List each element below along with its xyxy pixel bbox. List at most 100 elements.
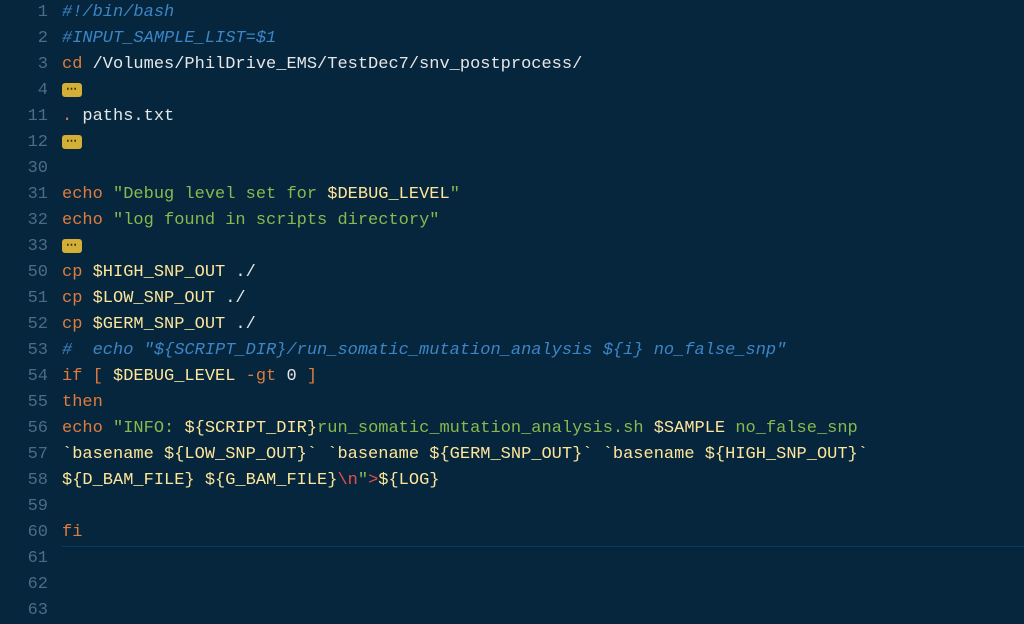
line-number: 57: [0, 442, 48, 468]
token-keyword: fi: [62, 523, 82, 542]
code-line[interactable]: ⋯: [62, 234, 1024, 260]
line-number-gutter: 1234111230313233505152535455565758596061…: [0, 0, 62, 547]
token-var: $DEBUG_LEVEL: [113, 367, 235, 386]
code-line[interactable]: . paths.txt: [62, 104, 1024, 130]
fold-marker-icon[interactable]: ⋯: [62, 83, 82, 97]
line-number: 50: [0, 260, 48, 286]
token-comment: #INPUT_SAMPLE_LIST=$1: [62, 29, 276, 48]
token-plain: /Volumes/PhilDrive_EMS/TestDec7/snv_post…: [82, 55, 582, 74]
code-line[interactable]: [62, 494, 1024, 520]
token-plain: [103, 185, 113, 204]
token-keyword: echo: [62, 185, 103, 204]
line-number: 59: [0, 494, 48, 520]
line-number: 60: [0, 520, 48, 546]
line-number: 62: [0, 572, 48, 598]
line-number: 1: [0, 0, 48, 26]
code-line[interactable]: cp $HIGH_SNP_OUT ./: [62, 260, 1024, 286]
code-line[interactable]: cp $GERM_SNP_OUT ./: [62, 312, 1024, 338]
token-var: ${G_BAM_FILE}: [205, 471, 338, 490]
token-string: [317, 445, 327, 464]
line-number: 4: [0, 78, 48, 104]
code-line[interactable]: echo "Debug level set for $DEBUG_LEVEL": [62, 182, 1024, 208]
code-line[interactable]: `basename ${LOW_SNP_OUT}` `basename ${GE…: [62, 442, 1024, 468]
token-keyword: -gt: [246, 367, 277, 386]
token-string: run_somatic_mutation_analysis.sh: [317, 419, 654, 438]
token-string: ": [450, 185, 460, 204]
token-var: ${SCRIPT_DIR}: [184, 419, 317, 438]
code-line[interactable]: if [ $DEBUG_LEVEL -gt 0 ]: [62, 364, 1024, 390]
token-var: ${LOG}: [378, 471, 439, 490]
token-keyword: cp: [62, 289, 82, 308]
token-keyword: echo: [62, 419, 103, 438]
code-line[interactable]: # echo "${SCRIPT_DIR}/run_somatic_mutati…: [62, 338, 1024, 364]
line-number: 32: [0, 208, 48, 234]
token-plain: [82, 367, 92, 386]
token-plain: ./: [225, 315, 256, 334]
token-plain: [103, 211, 113, 230]
line-number: 54: [0, 364, 48, 390]
token-keyword: ]: [307, 367, 317, 386]
token-keyword: then: [62, 393, 103, 412]
token-string: ": [358, 471, 368, 490]
token-string: "Debug level set for: [113, 185, 327, 204]
token-plain: [82, 315, 92, 334]
fold-marker-icon[interactable]: ⋯: [62, 135, 82, 149]
code-line[interactable]: then: [62, 390, 1024, 416]
code-line[interactable]: cd /Volumes/PhilDrive_EMS/TestDec7/snv_p…: [62, 52, 1024, 78]
token-string: no_false_snp: [725, 419, 858, 438]
line-number: 61: [0, 546, 48, 572]
token-escape: \n: [337, 471, 357, 490]
code-line[interactable]: fi: [62, 520, 1024, 546]
token-plain: [103, 367, 113, 386]
token-plain: paths.txt: [72, 107, 174, 126]
token-keyword: echo: [62, 211, 103, 230]
token-keyword: cp: [62, 315, 82, 334]
token-var: ${D_BAM_FILE}: [62, 471, 195, 490]
code-line[interactable]: echo "INFO: ${SCRIPT_DIR}run_somatic_mut…: [62, 416, 1024, 442]
code-line[interactable]: ${D_BAM_FILE} ${G_BAM_FILE}\n">${LOG}: [62, 468, 1024, 494]
token-string: "log found in scripts directory": [113, 211, 439, 230]
code-line[interactable]: #!/bin/bash: [62, 0, 1024, 26]
token-var: `basename ${LOW_SNP_OUT}`: [62, 445, 317, 464]
code-line[interactable]: #INPUT_SAMPLE_LIST=$1: [62, 26, 1024, 52]
fold-marker-icon[interactable]: ⋯: [62, 239, 82, 253]
line-number: 31: [0, 182, 48, 208]
token-string: [593, 445, 603, 464]
token-comment: # echo "${SCRIPT_DIR}/run_somatic_mutati…: [62, 341, 786, 360]
line-number: 30: [0, 156, 48, 182]
line-number: 33: [0, 234, 48, 260]
code-line[interactable]: cp $LOW_SNP_OUT ./: [62, 286, 1024, 312]
token-var: $GERM_SNP_OUT: [93, 315, 226, 334]
line-number: 51: [0, 286, 48, 312]
line-number: 56: [0, 416, 48, 442]
code-line[interactable]: [62, 156, 1024, 182]
token-var: $SAMPLE: [654, 419, 725, 438]
token-var: $DEBUG_LEVEL: [327, 185, 449, 204]
token-operator: >: [368, 471, 378, 490]
code-area[interactable]: #!/bin/bash #INPUT_SAMPLE_LIST=$1cd /Volu…: [62, 0, 1024, 547]
token-keyword: cd: [62, 55, 82, 74]
code-editor[interactable]: 1234111230313233505152535455565758596061…: [0, 0, 1024, 547]
token-var: `basename ${HIGH_SNP_OUT}`: [603, 445, 868, 464]
line-number: 63: [0, 598, 48, 624]
code-line[interactable]: echo "log found in scripts directory": [62, 208, 1024, 234]
token-keyword: .: [62, 107, 72, 126]
token-plain: [82, 289, 92, 308]
line-number: 55: [0, 390, 48, 416]
token-plain: [235, 367, 245, 386]
line-number: 11: [0, 104, 48, 130]
code-line[interactable]: ⋯: [62, 78, 1024, 104]
line-number: 12: [0, 130, 48, 156]
token-var: $HIGH_SNP_OUT: [93, 263, 226, 282]
line-number: 53: [0, 338, 48, 364]
token-plain: ./: [225, 263, 256, 282]
token-keyword: if: [62, 367, 82, 386]
token-var: $LOW_SNP_OUT: [93, 289, 215, 308]
token-comment: #!/bin/bash: [62, 3, 174, 22]
code-line[interactable]: ⋯: [62, 130, 1024, 156]
token-keyword: cp: [62, 263, 82, 282]
line-number: 3: [0, 52, 48, 78]
line-number: 2: [0, 26, 48, 52]
token-string: [195, 471, 205, 490]
token-keyword: [: [93, 367, 103, 386]
